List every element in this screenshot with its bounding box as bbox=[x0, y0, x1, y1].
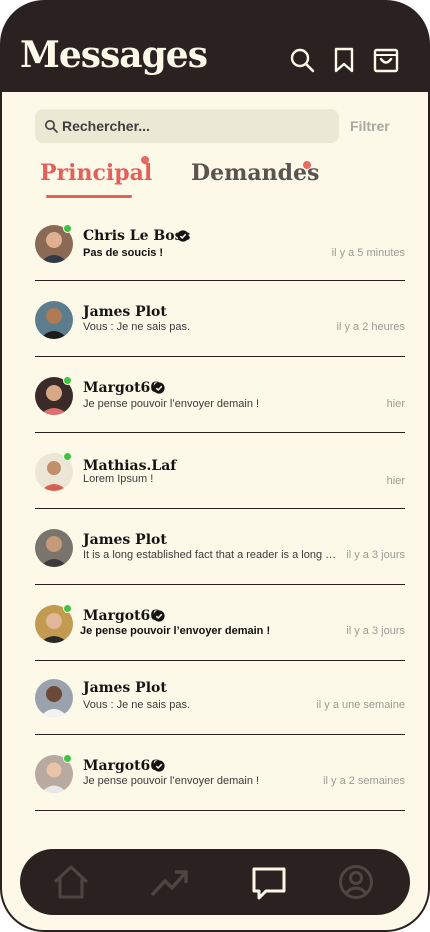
trending-icon[interactable] bbox=[149, 862, 189, 902]
conversation-item[interactable]: Mathias.Laf Lorem Ipsum ! hier bbox=[35, 433, 405, 509]
online-indicator bbox=[63, 604, 72, 613]
tab-demandes[interactable]: Demandes bbox=[191, 160, 319, 186]
contact-name: Mathias.Laf bbox=[83, 458, 177, 474]
contact-name: Margot66 bbox=[83, 380, 161, 396]
online-indicator bbox=[63, 452, 72, 461]
message-preview: Je pense pouvoir l’envoyer demain ! bbox=[83, 398, 260, 410]
conversation-item[interactable]: Chris Le Boss Pas de soucis ! il y a 5 m… bbox=[35, 205, 405, 281]
conversation-item[interactable]: Margot66 Je pense pouvoir l’envoyer dema… bbox=[35, 357, 405, 433]
tab-principal-notification-dot bbox=[141, 156, 149, 164]
avatar bbox=[35, 301, 73, 339]
message-time: il y a 3 jours bbox=[346, 549, 405, 561]
message-time: il y a une semaine bbox=[316, 699, 405, 711]
phone-frame: Messages Filtrer Principal Demandes Chri… bbox=[0, 0, 430, 932]
conversation-item[interactable]: Margot66 Je pense pouvoir l’envoyer dema… bbox=[35, 735, 405, 811]
search-input[interactable] bbox=[62, 109, 332, 143]
conversation-item[interactable]: James Plot It is a long established fact… bbox=[35, 509, 405, 585]
avatar bbox=[35, 529, 73, 567]
verified-icon bbox=[177, 230, 189, 242]
message-time: il y a 3 jours bbox=[346, 625, 405, 637]
search-icon[interactable] bbox=[288, 46, 316, 74]
verified-icon bbox=[153, 760, 165, 772]
contact-name: James Plot bbox=[83, 680, 167, 696]
message-time: hier bbox=[386, 398, 405, 410]
home-icon[interactable] bbox=[51, 862, 91, 902]
verified-icon bbox=[153, 382, 165, 394]
profile-icon[interactable] bbox=[336, 862, 376, 902]
message-time: il y a 2 semaines bbox=[323, 775, 405, 787]
message-preview: Vous : Je ne sais pas. bbox=[83, 321, 191, 333]
bookmark-icon[interactable] bbox=[330, 46, 358, 74]
search-icon bbox=[45, 120, 58, 133]
conversation-item[interactable]: Margot66 Je pense pouvoir l’envoyer dema… bbox=[35, 585, 405, 661]
online-indicator bbox=[63, 376, 72, 385]
message-preview: Pas de soucis ! bbox=[83, 247, 164, 259]
shopping-bag-icon[interactable] bbox=[372, 46, 400, 74]
message-preview: It is a long established fact that a rea… bbox=[83, 549, 341, 561]
message-preview: Je pense pouvoir l’envoyer demain ! bbox=[80, 625, 271, 637]
conversation-item[interactable]: James Plot Vous : Je ne sais pas. il y a… bbox=[35, 659, 405, 735]
tab-principal[interactable]: Principal bbox=[40, 160, 152, 186]
tab-demandes-notification-dot bbox=[303, 161, 311, 169]
tab-active-indicator bbox=[46, 195, 132, 198]
online-indicator bbox=[63, 224, 72, 233]
bottom-nav bbox=[20, 849, 410, 915]
contact-name: James Plot bbox=[83, 304, 167, 320]
verified-icon bbox=[153, 610, 165, 622]
page-title: Messages bbox=[20, 34, 208, 76]
avatar bbox=[35, 679, 73, 717]
contact-name: Margot66 bbox=[83, 758, 161, 774]
divider bbox=[35, 810, 405, 811]
contact-name: Margot66 bbox=[83, 608, 161, 624]
filter-button[interactable]: Filtrer bbox=[350, 118, 390, 134]
conversation-item[interactable]: James Plot Vous : Je ne sais pas. il y a… bbox=[35, 281, 405, 357]
message-preview: Lorem Ipsum ! bbox=[83, 473, 154, 485]
message-preview: Je pense pouvoir l’envoyer demain ! bbox=[83, 775, 260, 787]
search-bar[interactable] bbox=[35, 109, 339, 143]
message-preview: Vous : Je ne sais pas. bbox=[83, 699, 191, 711]
message-time: il y a 5 minutes bbox=[331, 247, 405, 259]
contact-name: Chris Le Boss bbox=[83, 228, 191, 244]
contact-name: James Plot bbox=[83, 532, 167, 548]
online-indicator bbox=[63, 754, 72, 763]
message-time: hier bbox=[386, 475, 405, 487]
message-time: il y a 2 heures bbox=[336, 321, 405, 333]
chat-icon[interactable] bbox=[249, 862, 289, 902]
